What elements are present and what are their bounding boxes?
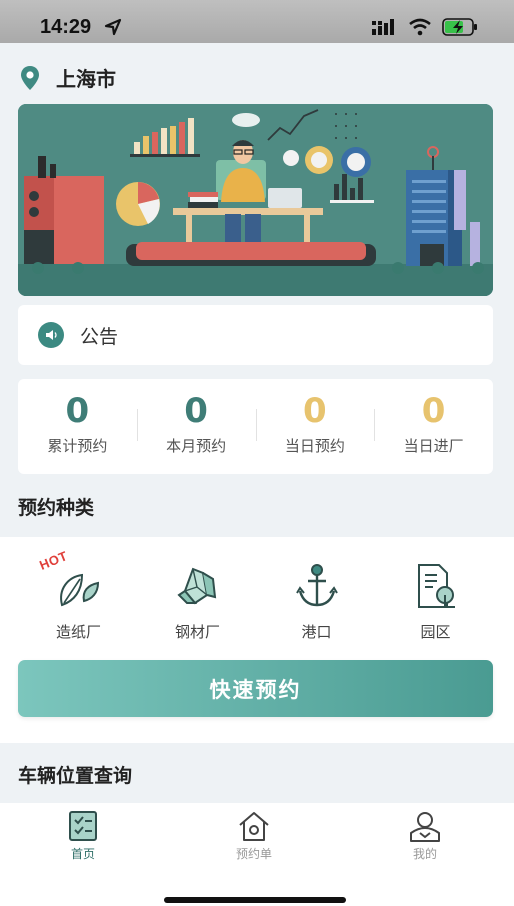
crystal-icon <box>176 567 216 605</box>
location-selector[interactable]: 上海市 <box>20 63 116 92</box>
house-icon <box>239 812 269 841</box>
stat-label: 当日进厂 <box>403 437 464 455</box>
stat-month-bookings[interactable]: 0 本月预约 <box>136 379 256 474</box>
category-paper-mill[interactable]: HOT 造纸厂 <box>19 548 138 642</box>
location-pin-icon <box>21 65 39 90</box>
cellular-signal-icon <box>372 19 394 35</box>
category-label: 钢材厂 <box>174 623 220 641</box>
stat-today-entries[interactable]: 0 当日进厂 <box>374 379 493 474</box>
document-tree-icon <box>417 564 455 608</box>
home-indicator[interactable] <box>164 897 346 903</box>
vehicle-location-title: 车辆位置查询 <box>18 765 133 787</box>
city-name: 上海市 <box>56 67 116 91</box>
stat-value: 0 <box>65 391 90 431</box>
bottom-tab-bar: 首页 预约单 我的 <box>0 803 514 906</box>
tab-label: 我的 <box>412 847 437 861</box>
notice-bar[interactable]: 公告 <box>18 305 493 365</box>
stat-value: 0 <box>184 391 208 431</box>
category-steel-mill[interactable]: 钢材厂 <box>138 561 257 642</box>
battery-charging-icon <box>442 18 477 36</box>
booking-types-panel: HOT 造纸厂 钢材厂 港口 园区 快速预约 <box>0 537 514 743</box>
stat-label: 当日预约 <box>284 437 345 455</box>
category-label: 造纸厂 <box>55 623 101 641</box>
booking-types-title: 预约种类 <box>18 497 95 519</box>
location-arrow-icon <box>104 18 122 36</box>
home-page: 上海市 公告 0 累计预约 0 本月预约 0 当日预约 0 当日进厂 预约种类 … <box>0 43 514 803</box>
status-bar: 14:29 <box>0 0 514 43</box>
user-icon <box>410 812 440 842</box>
notice-label: 公告 <box>80 325 119 348</box>
category-port[interactable]: 港口 <box>257 561 376 642</box>
tab-bookings[interactable]: 预约单 <box>214 809 294 862</box>
category-park[interactable]: 园区 <box>376 561 495 642</box>
speaker-icon <box>38 322 64 348</box>
leaf-icon <box>59 573 99 607</box>
booking-stats: 0 累计预约 0 本月预约 0 当日预约 0 当日进厂 <box>18 379 493 474</box>
stat-value: 0 <box>303 391 327 431</box>
stat-label: 本月预约 <box>166 437 227 455</box>
stat-value: 0 <box>421 391 446 431</box>
tab-label: 首页 <box>70 847 95 861</box>
office-illustration <box>18 104 493 296</box>
checklist-icon <box>69 811 97 841</box>
stat-label: 累计预约 <box>47 437 108 455</box>
wifi-icon <box>409 18 431 36</box>
stat-today-bookings[interactable]: 0 当日预约 <box>255 379 375 474</box>
category-label: 园区 <box>420 623 451 641</box>
stat-total-bookings[interactable]: 0 累计预约 <box>18 379 137 474</box>
quick-booking-button[interactable]: 快速预约 <box>18 660 493 717</box>
category-label: 港口 <box>301 623 332 641</box>
tab-home[interactable]: 首页 <box>43 809 123 862</box>
banner-illustration[interactable] <box>18 104 493 296</box>
status-time: 14:29 <box>40 16 92 38</box>
anchor-icon <box>295 564 338 607</box>
tab-label: 预约单 <box>235 847 272 861</box>
tab-profile[interactable]: 我的 <box>385 809 465 862</box>
